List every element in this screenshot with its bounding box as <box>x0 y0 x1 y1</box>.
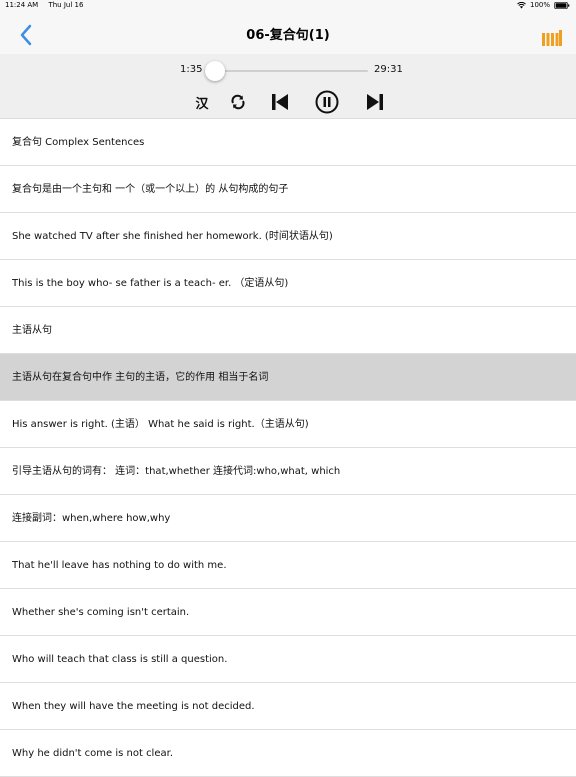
previous-track-icon <box>272 94 288 110</box>
sentence-row[interactable]: Why he didn't come is not clear. <box>0 730 576 777</box>
player-panel: 1:35 29:31 汉 <box>0 54 576 119</box>
sentence-row[interactable]: 连接副词：when,where how,why <box>0 495 576 542</box>
status-time: 11:24 AM <box>5 1 39 9</box>
elapsed-time: 1:35 <box>180 64 203 75</box>
sentence-list: 复合句 Complex Sentences 复合句是由一个主句和 一个（或一个以上… <box>0 119 576 777</box>
battery-icon <box>554 1 570 9</box>
previous-track-button[interactable] <box>268 90 292 114</box>
sentence-row-active[interactable]: 主语从句在复合句中作 主句的主语，它的作用 相当于名词 <box>0 354 576 401</box>
playlist-bars-icon <box>542 30 562 46</box>
repeat-button[interactable] <box>226 90 250 114</box>
sentence-row[interactable]: His answer is right. (主语） What he said i… <box>0 401 576 448</box>
status-left: 11:24 AM Thu Jul 16 <box>5 1 91 9</box>
pause-button[interactable] <box>315 90 339 114</box>
battery-percent: 100% <box>529 1 550 9</box>
sentence-row[interactable]: 复合句 Complex Sentences <box>0 119 576 166</box>
language-toggle-button[interactable]: 汉 <box>190 90 214 114</box>
sentence-row[interactable]: That he'll leave has nothing to do with … <box>0 542 576 589</box>
progress-slider[interactable] <box>204 61 368 81</box>
pause-icon <box>315 90 339 114</box>
navigation-bar: 06-复合句(1) <box>0 12 576 54</box>
progress-thumb[interactable] <box>204 61 225 81</box>
sentence-row[interactable]: 引导主语从句的词有： 连词：that,whether 连接代词:who,what… <box>0 448 576 495</box>
next-track-icon <box>367 94 383 110</box>
status-right: 100% <box>517 1 570 9</box>
status-date: Thu Jul 16 <box>48 1 84 9</box>
sentence-row[interactable]: 复合句是由一个主句和 一个（或一个以上）的 从句构成的句子 <box>0 166 576 213</box>
sentence-row[interactable]: 主语从句 <box>0 307 576 354</box>
sentence-row[interactable]: When they will have the meeting is not d… <box>0 683 576 730</box>
repeat-icon <box>231 94 245 110</box>
page-title: 06-复合句(1) <box>246 28 330 43</box>
total-time: 29:31 <box>374 64 403 75</box>
wifi-icon <box>517 1 526 8</box>
sentence-row[interactable]: This is the boy who- se father is a teac… <box>0 260 576 307</box>
sentence-row[interactable]: She watched TV after she finished her ho… <box>0 213 576 260</box>
status-bar: 11:24 AM Thu Jul 16 100% <box>0 0 576 12</box>
next-track-button[interactable] <box>363 90 387 114</box>
sentence-row[interactable]: Whether she's coming isn't certain. <box>0 589 576 636</box>
playlist-button[interactable] <box>542 30 562 46</box>
sentence-row[interactable]: Who will teach that class is still a que… <box>0 636 576 683</box>
